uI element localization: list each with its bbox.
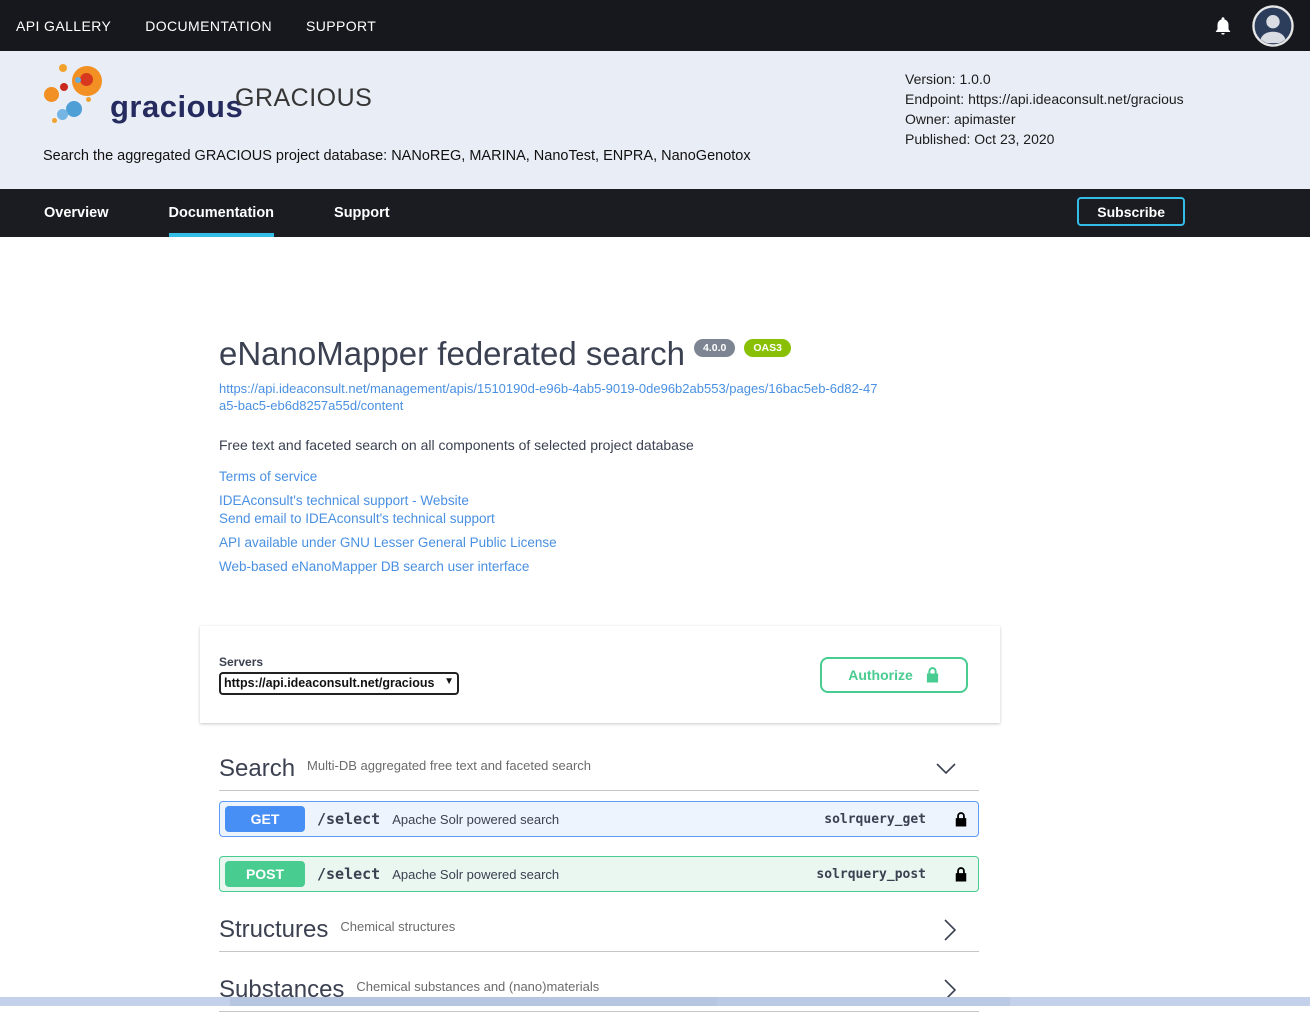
tab-documentation[interactable]: Documentation — [169, 189, 275, 237]
section-header-structures[interactable]: Structures Chemical structures — [219, 908, 979, 952]
api-version-badge: 4.0.0 — [694, 339, 735, 357]
subscribe-button[interactable]: Subscribe — [1077, 197, 1185, 226]
api-title-row: eNanoMapper federated search 4.0.0 OAS3 — [219, 335, 979, 373]
operation-id: solrquery_post — [816, 867, 926, 882]
swagger-content: eNanoMapper federated search 4.0.0 OAS3 … — [0, 237, 1310, 1006]
server-select[interactable]: https://api.ideaconsult.net/gracious — [219, 672, 459, 695]
section-header-search[interactable]: Search Multi-DB aggregated free text and… — [219, 747, 979, 791]
meta-published: Published: Oct 23, 2020 — [905, 129, 1184, 149]
tab-support[interactable]: Support — [334, 189, 390, 237]
top-nav-api-gallery[interactable]: API GALLERY — [16, 18, 111, 34]
terms-of-service-link[interactable]: Terms of service — [219, 468, 979, 486]
operation-path[interactable]: /select — [317, 865, 380, 883]
api-header: gracious GRACIOUS Version: 1.0.0 Endpoin… — [0, 51, 1310, 189]
method-badge-post[interactable]: POST — [225, 861, 305, 887]
section-name: Structures — [219, 916, 328, 944]
top-nav-support[interactable]: SUPPORT — [306, 18, 376, 34]
api-tab-bar: Overview Documentation Support Subscribe — [0, 189, 1310, 237]
meta-version: Version: 1.0.0 — [905, 69, 1184, 89]
oas3-badge: OAS3 — [744, 339, 791, 357]
top-navigation-bar: API GALLERY DOCUMENTATION SUPPORT — [0, 0, 1310, 51]
taskbar-segment — [717, 997, 1010, 1006]
operation-path[interactable]: /select — [317, 810, 380, 828]
tab-overview[interactable]: Overview — [44, 189, 109, 237]
lock-icon — [925, 666, 940, 684]
section-description: Chemical substances and (nano)materials — [356, 979, 599, 994]
operation-id: solrquery_get — [824, 812, 926, 827]
operation-row-post-select[interactable]: POST /select Apache Solr powered search … — [219, 856, 979, 892]
support-email-link[interactable]: Send email to IDEAconsult's technical su… — [219, 510, 979, 528]
page-title: GRACIOUS — [235, 84, 372, 113]
support-website-link[interactable]: IDEAconsult's technical support - Websit… — [219, 492, 979, 510]
gracious-logo[interactable]: gracious — [42, 63, 243, 127]
section-description: Chemical structures — [340, 919, 455, 934]
top-nav-documentation[interactable]: DOCUMENTATION — [145, 18, 272, 34]
taskbar-edge-strip — [0, 997, 1310, 1006]
authorize-button[interactable]: Authorize — [820, 657, 968, 693]
servers-label: Servers — [219, 655, 459, 669]
method-badge-get[interactable]: GET — [225, 806, 305, 832]
section-name: Search — [219, 755, 295, 783]
spec-url-link[interactable]: https://api.ideaconsult.net/management/a… — [219, 380, 879, 414]
user-avatar[interactable] — [1252, 5, 1294, 47]
section-description: Multi-DB aggregated free text and facete… — [307, 758, 591, 773]
api-tagline: Search the aggregated GRACIOUS project d… — [43, 148, 751, 164]
api-title: eNanoMapper federated search — [219, 335, 685, 373]
operation-row-get-select[interactable]: GET /select Apache Solr powered search s… — [219, 801, 979, 837]
api-meta-block: Version: 1.0.0 Endpoint: https://api.ide… — [905, 69, 1184, 149]
license-link[interactable]: API available under GNU Lesser General P… — [219, 534, 979, 552]
chevron-down-icon[interactable] — [935, 762, 957, 776]
api-links: Terms of service IDEAconsult's technical… — [219, 468, 979, 576]
search-ui-link[interactable]: Web-based eNanoMapper DB search user int… — [219, 558, 979, 576]
operation-summary: Apache Solr powered search — [392, 867, 559, 882]
gracious-logo-text: gracious — [110, 89, 243, 125]
meta-endpoint: Endpoint: https://api.ideaconsult.net/gr… — [905, 89, 1184, 109]
notifications-bell-icon[interactable] — [1212, 14, 1234, 38]
taskbar-segment — [230, 997, 717, 1006]
gracious-logo-dots-icon — [42, 63, 108, 127]
servers-block: Servers https://api.ideaconsult.net/grac… — [219, 655, 459, 695]
api-description: Free text and faceted search on all comp… — [219, 437, 979, 453]
lock-icon[interactable] — [954, 811, 968, 828]
chevron-right-icon[interactable] — [943, 918, 957, 942]
meta-owner: Owner: apimaster — [905, 109, 1184, 129]
lock-icon[interactable] — [954, 866, 968, 883]
servers-scheme-container: Servers https://api.ideaconsult.net/grac… — [200, 626, 1000, 723]
operation-summary: Apache Solr powered search — [392, 812, 559, 827]
authorize-label: Authorize — [848, 667, 913, 683]
